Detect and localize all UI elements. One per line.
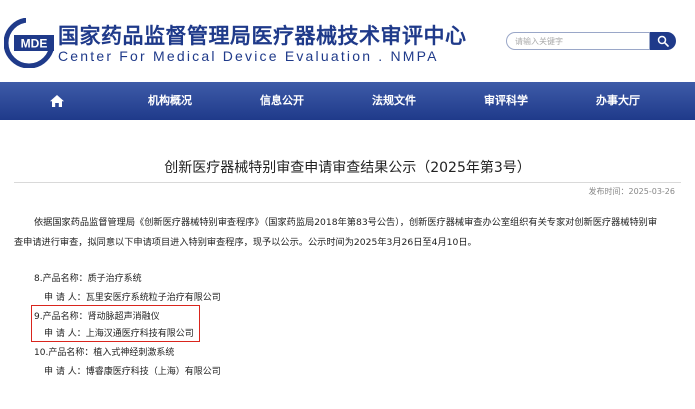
article-paragraph: 依据国家药品监督管理局《创新医疗器械特别审查程序》（国家药监局2018年第83号… bbox=[14, 213, 674, 253]
main-nav: 机构概况 信息公开 法规文件 审评科学 办事大厅 bbox=[0, 82, 695, 120]
paragraph-line: 依据国家药品监督管理局《创新医疗器械特别审查程序》（国家药监局2018年第83号… bbox=[34, 217, 658, 228]
article-title: 创新医疗器械特别审查申请审查结果公示（2025年第3号） bbox=[164, 160, 531, 176]
logo-text: MDE bbox=[21, 37, 48, 51]
mde-logo[interactable]: MDE bbox=[3, 17, 56, 69]
site-header: MDE 国家药品监督管理局医疗器械技术审评中心 Center For Medic… bbox=[0, 0, 695, 82]
entry-applicant: 申 请 人：上海汉通医疗科技有限公司 bbox=[44, 329, 194, 339]
entry-product: 9.产品名称：肾动脉超声消融仪 bbox=[34, 312, 160, 322]
entry-applicant: 申 请 人：博睿康医疗科技（上海）有限公司 bbox=[44, 367, 221, 377]
entry-applicant: 申 请 人：瓦里安医疗系统粒子治疗有限公司 bbox=[44, 293, 221, 303]
search-button[interactable] bbox=[650, 32, 676, 50]
home-icon bbox=[50, 95, 64, 107]
nav-item-shenping[interactable]: 审评科学 bbox=[476, 82, 536, 120]
nav-item-jigou[interactable]: 机构概况 bbox=[140, 82, 200, 120]
paragraph-line: 查申请进行审查，拟同意以下申请项目进入特别审查程序，现予以公示。公示时间为202… bbox=[14, 237, 477, 248]
nav-home[interactable] bbox=[44, 82, 70, 120]
search-box bbox=[506, 32, 650, 50]
nav-item-xinxi[interactable]: 信息公开 bbox=[252, 82, 312, 120]
publish-time: 发布时间：2025-03-26 bbox=[588, 187, 676, 196]
site-title-en: Center For Medical Device Evaluation . N… bbox=[58, 48, 439, 64]
search-input[interactable] bbox=[515, 35, 645, 48]
nav-item-banshi[interactable]: 办事大厅 bbox=[588, 82, 648, 120]
entry-product: 8.产品名称：质子治疗系统 bbox=[34, 274, 142, 284]
search-icon bbox=[657, 35, 669, 47]
title-divider bbox=[14, 182, 681, 183]
entry-product: 10.产品名称：植入式神经刺激系统 bbox=[34, 348, 175, 358]
nav-item-fagui[interactable]: 法规文件 bbox=[364, 82, 424, 120]
site-title-cn: 国家药品监督管理局医疗器械技术审评中心 bbox=[58, 23, 467, 48]
